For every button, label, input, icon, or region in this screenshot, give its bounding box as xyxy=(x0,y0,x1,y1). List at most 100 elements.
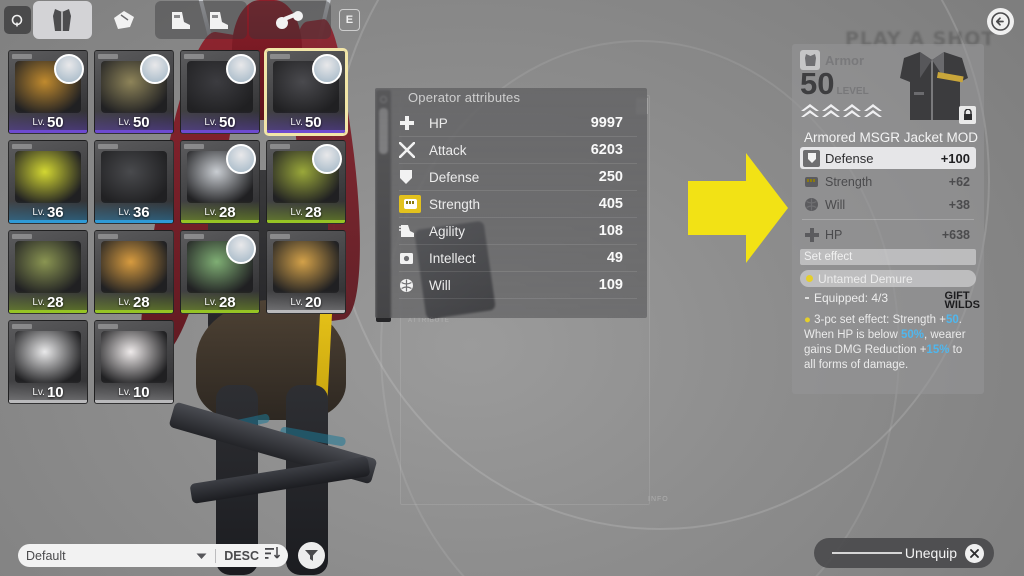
set-name-label: Untamed Demure xyxy=(818,271,913,286)
item-level-number: 28 xyxy=(218,293,236,311)
rarity-underline xyxy=(9,400,87,403)
item-sub-stats: Strength +62 Will +38 xyxy=(800,171,976,215)
equipped-operator-avatar xyxy=(226,54,256,84)
equipment-slot[interactable]: Lv. 28 xyxy=(180,140,260,224)
item-level-number: 28 xyxy=(304,203,322,221)
bullet-dot-icon: ● xyxy=(804,314,811,326)
unequip-button[interactable]: Unequip xyxy=(814,538,994,568)
slot-corner-tag xyxy=(184,144,204,149)
equipment-slot[interactable]: Lv. 28 xyxy=(8,230,88,314)
equipped-operator-avatar xyxy=(140,54,170,84)
item-main-stat-value: +100 xyxy=(940,150,970,166)
sort-control-bar[interactable]: Default DESC xyxy=(18,544,288,567)
attribute-row: Intellect 49 xyxy=(399,245,637,272)
set-desc-value-3: 15% xyxy=(926,344,950,356)
equipment-slot[interactable]: Lv. 28 xyxy=(94,230,174,314)
equipped-operator-avatar xyxy=(312,54,342,84)
will-brain-icon xyxy=(803,196,820,213)
sort-direction-label[interactable]: DESC xyxy=(224,549,259,563)
slot-corner-tag xyxy=(98,54,118,59)
item-thumbnail xyxy=(101,241,167,293)
item-level-prefix: Lv. xyxy=(32,386,45,398)
item-extra-stats: HP +638 xyxy=(800,224,976,245)
toolbar-item-accessory[interactable] xyxy=(248,1,331,39)
chevron-down-icon[interactable] xyxy=(196,547,207,565)
equipment-slot[interactable]: Lv. 28 xyxy=(180,230,260,314)
item-main-stat-name: Defense xyxy=(825,150,874,166)
equipped-operator-avatar xyxy=(226,144,256,174)
toolbar-item-gloves[interactable] xyxy=(94,1,153,39)
boots-left-icon xyxy=(171,12,190,29)
toolbar-item-target[interactable] xyxy=(4,6,31,34)
rarity-star-icon xyxy=(821,103,841,124)
equipment-slot[interactable]: Lv. 10 xyxy=(94,320,174,404)
sort-glyph xyxy=(265,546,281,559)
equipment-grid[interactable]: Lv. 50 Lv. 50 Lv. 50 Lv. 50 Lv. 36 Lv. 36 Lv. 28 Lv. 28… xyxy=(8,48,358,404)
item-level-value: 50 xyxy=(800,66,835,101)
item-stat-name: HP xyxy=(825,227,843,242)
rarity-underline xyxy=(9,220,87,223)
armor-vest-icon xyxy=(53,9,72,31)
toolbar-item-armor[interactable] xyxy=(32,1,92,39)
sort-order-icon[interactable] xyxy=(265,546,281,565)
item-level-prefix: Lv. xyxy=(32,206,45,218)
boots-pair-icon xyxy=(171,12,228,29)
equipment-slot[interactable]: Lv. 50 xyxy=(180,50,260,134)
item-thumbnail xyxy=(15,241,81,293)
item-level-number: 36 xyxy=(46,203,64,221)
rarity-underline xyxy=(181,130,259,133)
hp-cross-icon xyxy=(399,114,421,132)
strength-fist-icon xyxy=(399,195,421,213)
panel-footnote: ATTRIBUTE xyxy=(408,318,450,324)
game-screen: PLAY A SHOT E Lv. 50 Lv. 50 Lv. 50 Lv. 5… xyxy=(0,0,1024,576)
rarity-underline xyxy=(95,400,173,403)
attribute-row: Defense 250 xyxy=(399,164,637,191)
item-level-number: 10 xyxy=(132,383,150,401)
set-effect-header-label: Set effect xyxy=(804,251,853,263)
rarity-underline xyxy=(181,310,259,313)
slot-corner-tag xyxy=(98,234,118,239)
item-thumbnail xyxy=(101,331,167,383)
equipment-slot[interactable]: Lv. 50 xyxy=(8,50,88,134)
gloves-icon xyxy=(113,11,134,29)
equipped-operator-avatar xyxy=(226,234,256,264)
item-level-number: 10 xyxy=(46,383,64,401)
rarity-underline xyxy=(9,310,87,313)
equipment-slot[interactable]: Lv. 20 xyxy=(266,230,346,314)
item-stat-value: +638 xyxy=(941,227,970,242)
back-button[interactable] xyxy=(987,8,1014,35)
equipped-operator-avatar xyxy=(312,144,342,174)
close-icon[interactable] xyxy=(965,543,984,563)
equipment-slot[interactable]: Lv. 36 xyxy=(94,140,174,224)
item-thumbnail xyxy=(15,151,81,203)
circle-target-icon xyxy=(12,14,23,27)
attribute-value: 405 xyxy=(598,196,623,212)
item-level-prefix: Lv. xyxy=(290,116,303,128)
filter-button[interactable] xyxy=(298,542,325,569)
equipment-slot[interactable]: Lv. 36 xyxy=(8,140,88,224)
item-level-prefix: Lv. xyxy=(290,206,303,218)
toolbar-item-boots[interactable] xyxy=(155,1,247,39)
item-stat-name: Strength xyxy=(825,174,873,189)
equipment-slot[interactable]: Lv. 50 xyxy=(94,50,174,134)
close-glyph xyxy=(970,548,979,558)
attribute-value: 250 xyxy=(598,169,623,185)
rarity-underline xyxy=(9,130,87,133)
attribute-row: HP 9997 xyxy=(399,110,637,137)
attribute-value: 49 xyxy=(606,250,623,266)
attribute-row: Will 109 xyxy=(399,272,637,299)
slot-corner-tag xyxy=(184,54,204,59)
item-level-prefix: Lv. xyxy=(204,296,217,308)
set-bullet-icon xyxy=(806,275,813,282)
equipment-category-toolbar[interactable]: E xyxy=(0,0,360,40)
strength-fist-icon xyxy=(803,173,820,190)
hp-cross-icon xyxy=(803,226,820,243)
intellect-book-icon xyxy=(399,249,421,267)
equipment-slot[interactable]: Lv. 28 xyxy=(266,140,346,224)
equipment-slot[interactable]: Lv. 50 xyxy=(264,48,348,136)
item-level-number: 28 xyxy=(132,293,150,311)
sort-selected-value[interactable]: Default xyxy=(26,549,196,563)
slot-corner-tag xyxy=(270,54,290,59)
rarity-underline xyxy=(95,220,173,223)
equipment-slot[interactable]: Lv. 10 xyxy=(8,320,88,404)
